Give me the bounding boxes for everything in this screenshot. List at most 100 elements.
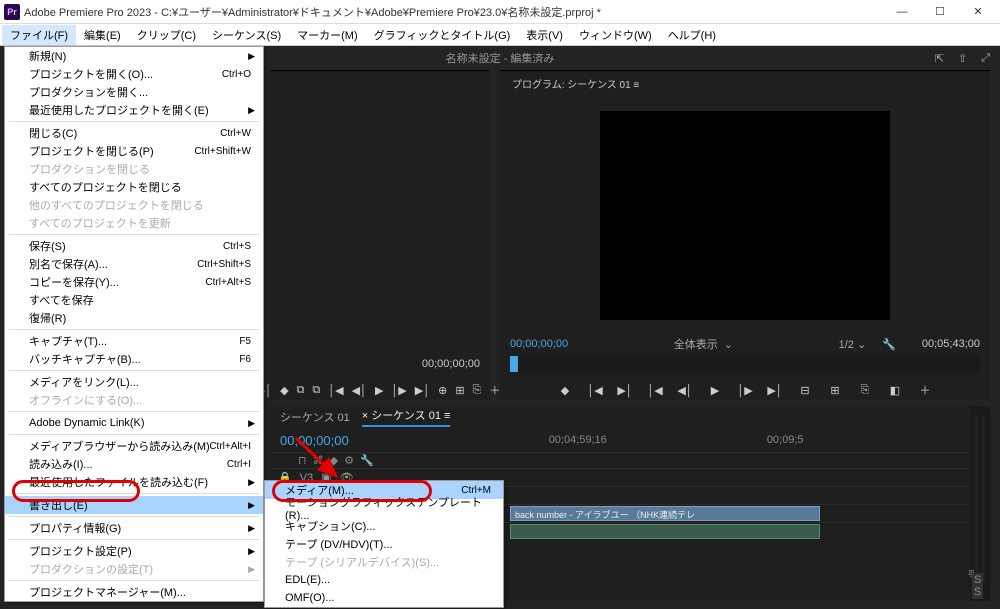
file-menu-item[interactable]: コピーを保存(Y)...Ctrl+Alt+S [5, 273, 263, 291]
video-clip[interactable]: back number - アイラブユー （NHK連続テレ [510, 506, 820, 521]
import-icon[interactable]: ⇱ [935, 52, 944, 65]
menu-view[interactable]: 表示(V) [518, 25, 571, 45]
prog-marker-icon[interactable]: ◆ [554, 380, 576, 400]
file-menu-item[interactable]: 書き出し(E)▶ [5, 496, 263, 514]
prog-step-back-icon[interactable]: ◀│ [674, 380, 696, 400]
file-menu-item: すべてのプロジェクトを更新 [5, 214, 263, 232]
prog-next-icon[interactable]: ▶│ [764, 380, 786, 400]
file-menu-item: 他のすべてのプロジェクトを閉じる [5, 196, 263, 214]
file-menu-item[interactable]: すべてを保存 [5, 291, 263, 309]
shortcut-label: Ctrl+Alt+I [209, 441, 251, 452]
program-duration: 00;05;43;00 [922, 338, 980, 350]
file-menu-item: プロダクションの設定(T)▶ [5, 560, 263, 578]
prog-step-fwd-icon[interactable]: │▶ [734, 380, 756, 400]
src-overwrite-icon[interactable]: ⊞ [455, 380, 464, 400]
file-menu-item[interactable]: プロジェクトマネージャー(M)... [5, 583, 263, 601]
src-insert-icon[interactable]: ⊕ [438, 380, 447, 400]
program-scrubber[interactable] [510, 356, 980, 372]
src-export-icon[interactable]: ⎘ [473, 380, 482, 400]
menu-marker[interactable]: マーカー(M) [289, 25, 366, 45]
file-menu-item[interactable]: Adobe Dynamic Link(K)▶ [5, 414, 263, 432]
source-duration: 00;00;00;00 [422, 358, 480, 370]
file-menu-item: オフラインにする(O)... [5, 391, 263, 409]
prog-play-icon[interactable]: ▶ [704, 380, 726, 400]
file-menu-item[interactable]: 新規(N)▶ [5, 47, 263, 65]
program-tab[interactable]: プログラム: シーケンス 01 ≡ [500, 71, 990, 93]
wrench-icon[interactable]: 🔧 [882, 338, 896, 351]
timeline-tab-2[interactable]: × シーケンス 01 ≡ [362, 407, 451, 427]
workspace-label[interactable]: 名称未設定 - 編集済み [446, 50, 555, 66]
minimize-button[interactable]: — [884, 2, 920, 22]
export-submenu-item[interactable]: EDL(E)... [265, 571, 503, 589]
prog-prev-icon[interactable]: │◀ [644, 380, 666, 400]
file-menu-item[interactable]: プロジェクトを閉じる(P)Ctrl+Shift+W [5, 142, 263, 160]
menubar: ファイル(F) 編集(E) クリップ(C) シーケンス(S) マーカー(M) グ… [0, 24, 1000, 46]
file-menu-item[interactable]: プロパティ情報(G)▶ [5, 519, 263, 537]
file-menu-item[interactable]: メディアブラウザーから読み込み(M)Ctrl+Alt+I [5, 437, 263, 455]
export-submenu-item[interactable]: OMF(O)... [265, 589, 503, 607]
fullscreen-icon[interactable]: ⤢ [981, 52, 990, 65]
timeline-tab-1[interactable]: シーケンス 01 [280, 409, 350, 425]
export-icon[interactable]: ⇧ [958, 52, 967, 65]
wrench-icon[interactable]: 🔧 [360, 454, 374, 467]
src-step-fwd-icon[interactable]: │▶ [391, 380, 406, 400]
submenu-arrow-icon: ▶ [248, 51, 255, 62]
prog-compare-icon[interactable]: ◧ [884, 380, 906, 400]
playhead-icon[interactable] [510, 356, 518, 372]
export-submenu-item[interactable]: モーショングラフィックステンプレート(R)... [265, 499, 503, 517]
menu-help[interactable]: ヘルプ(H) [660, 25, 724, 45]
file-menu-item[interactable]: 復帰(R) [5, 309, 263, 327]
program-panel: プログラム: シーケンス 01 ≡ 00;00;00;00 全体表示⌄ 1/2 … [500, 70, 990, 400]
src-step-back-icon[interactable]: ◀│ [352, 380, 367, 400]
menu-graphics[interactable]: グラフィックとタイトル(G) [366, 25, 519, 45]
maximize-button[interactable]: ☐ [922, 2, 958, 22]
file-menu-item[interactable]: プロダクションを開く... [5, 83, 263, 101]
file-menu-item[interactable]: 保存(S)Ctrl+S [5, 237, 263, 255]
src-marker-icon[interactable]: ◆ [280, 380, 288, 400]
file-menu: 新規(N)▶プロジェクトを開く(O)...Ctrl+Oプロダクションを開く...… [4, 46, 264, 602]
file-menu-item[interactable]: 最近使用したファイルを読み込む(F)▶ [5, 473, 263, 491]
export-submenu-item[interactable]: テープ (DV/HDV)(T)... [265, 535, 503, 553]
file-menu-item[interactable]: すべてのプロジェクトを閉じる [5, 178, 263, 196]
file-menu-item[interactable]: 閉じる(C)Ctrl+W [5, 124, 263, 142]
audio-clip[interactable] [510, 524, 820, 539]
file-menu-item[interactable]: 最近使用したプロジェクトを開く(E)▶ [5, 101, 263, 119]
file-menu-item[interactable]: キャプチャ(T)...F5 [5, 332, 263, 350]
submenu-arrow-icon: ▶ [248, 564, 255, 575]
src-next-icon[interactable]: ▶│ [415, 380, 430, 400]
fit-dropdown[interactable]: 全体表示⌄ [668, 334, 739, 354]
src-plus-icon[interactable]: ＋ [489, 380, 500, 400]
prog-extract-icon[interactable]: ⊞ [824, 380, 846, 400]
src-icon2[interactable]: ⧉ [312, 380, 320, 400]
file-menu-item[interactable]: プロジェクトを開く(O)...Ctrl+O [5, 65, 263, 83]
prog-in-icon[interactable]: │◀ [584, 380, 606, 400]
shortcut-label: Ctrl+I [227, 459, 251, 470]
menu-window[interactable]: ウィンドウ(W) [571, 25, 660, 45]
file-menu-item[interactable]: 別名で保存(A)...Ctrl+Shift+S [5, 255, 263, 273]
menu-clip[interactable]: クリップ(C) [129, 25, 204, 45]
program-preview[interactable] [600, 111, 890, 320]
prog-out-icon[interactable]: ▶│ [614, 380, 636, 400]
close-button[interactable]: ✕ [960, 2, 996, 22]
shortcut-label: F5 [239, 336, 251, 347]
menu-file[interactable]: ファイル(F) [2, 25, 76, 45]
src-icon[interactable]: ⧉ [297, 380, 305, 400]
prog-plus-icon[interactable]: ＋ [914, 380, 936, 400]
export-submenu-item[interactable]: キャプション(C)... [265, 517, 503, 535]
program-current-time[interactable]: 00;00;00;00 [510, 338, 568, 350]
prog-lift-icon[interactable]: ⊟ [794, 380, 816, 400]
file-menu-item[interactable]: バッチキャプチャ(B)...F6 [5, 350, 263, 368]
file-menu-item[interactable]: 読み込み(I)...Ctrl+I [5, 455, 263, 473]
file-menu-item[interactable]: メディアをリンク(L)... [5, 373, 263, 391]
prog-export-frame-icon[interactable]: ⎘ [854, 380, 876, 400]
src-play-icon[interactable]: ▶ [375, 380, 383, 400]
file-menu-item[interactable]: プロジェクト設定(P)▶ [5, 542, 263, 560]
export-submenu: メディア(M)...Ctrl+Mモーショングラフィックステンプレート(R)...… [264, 480, 504, 608]
timeline-ruler-mark: 00;09;5 [767, 434, 804, 446]
menu-sequence[interactable]: シーケンス(S) [204, 25, 289, 45]
zoom-dropdown[interactable]: 1/2 ⌄ [839, 338, 867, 351]
solo-right[interactable]: S [972, 585, 983, 599]
src-prev-icon[interactable]: │◀ [328, 380, 343, 400]
menu-edit[interactable]: 編集(E) [76, 25, 129, 45]
shortcut-label: Ctrl+W [220, 128, 251, 139]
